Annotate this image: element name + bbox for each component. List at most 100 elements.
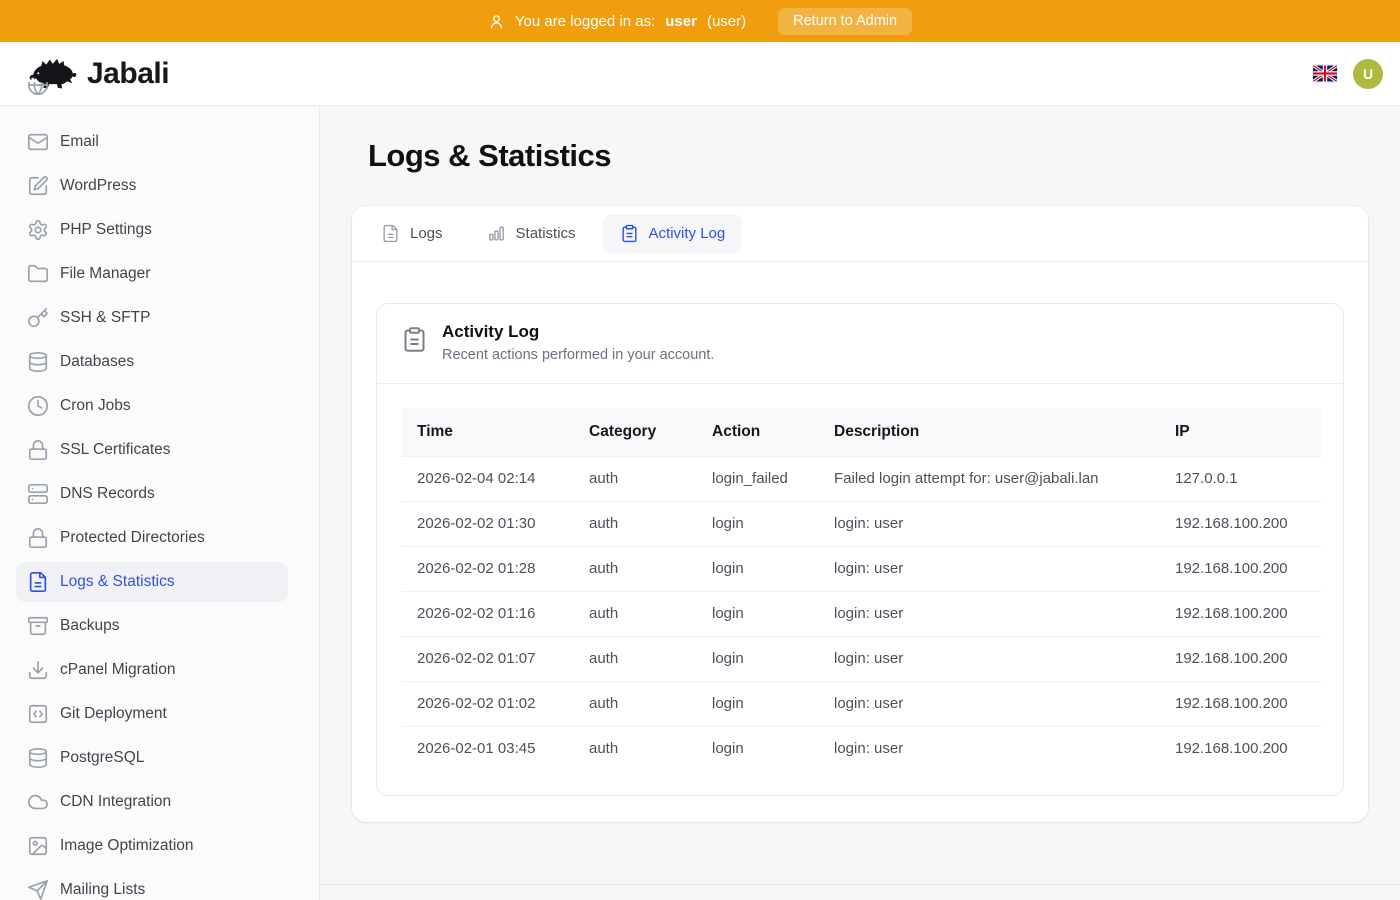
uk-flag-icon[interactable] — [1313, 65, 1337, 82]
tab-logs[interactable]: Logs — [364, 214, 460, 253]
file-text-icon — [381, 224, 400, 243]
cell-action: login_failed — [696, 457, 818, 502]
column-header-category: Category — [573, 408, 696, 457]
cell-time: 2026-02-02 01:16 — [401, 592, 573, 637]
database-icon — [27, 747, 49, 769]
cloud-icon — [27, 791, 49, 813]
table-row: 2026-02-02 01:07 auth login login: user … — [401, 637, 1321, 682]
sidebar-item-image-optimization[interactable]: Image Optimization — [16, 826, 288, 866]
code-icon — [27, 703, 49, 725]
sidebar-item-ssl-certificates[interactable]: SSL Certificates — [16, 430, 288, 470]
footer-divider — [320, 884, 1400, 885]
cell-action: login — [696, 637, 818, 682]
user-icon — [488, 13, 505, 30]
sidebar-item-label: DNS Records — [60, 485, 155, 503]
cell-description: Failed login attempt for: user@jabali.la… — [818, 457, 1159, 502]
tab-statistics[interactable]: Statistics — [470, 214, 593, 253]
cell-time: 2026-02-02 01:07 — [401, 637, 573, 682]
cell-time: 2026-02-04 02:14 — [401, 457, 573, 502]
cell-ip: 192.168.100.200 — [1159, 637, 1321, 682]
sidebar-item-label: Protected Directories — [60, 529, 205, 547]
sidebar-item-postgresql[interactable]: PostgreSQL — [16, 738, 288, 778]
file-text-icon — [27, 571, 49, 593]
cell-category: auth — [573, 727, 696, 772]
clock-icon — [27, 395, 49, 417]
cell-ip: 127.0.0.1 — [1159, 457, 1321, 502]
tabstrip: Logs Statistics Activity Log — [352, 206, 1368, 262]
sidebar: Email WordPress PHP Settings File Manage… — [0, 106, 320, 900]
sidebar-item-email[interactable]: Email — [16, 122, 288, 162]
tab-label: Activity Log — [649, 225, 726, 242]
sidebar-item-git-deployment[interactable]: Git Deployment — [16, 694, 288, 734]
sidebar-item-label: SSH & SFTP — [60, 309, 150, 327]
bar-chart-icon — [487, 224, 506, 243]
cell-description: login: user — [818, 682, 1159, 727]
tab-label: Logs — [410, 225, 443, 242]
activity-log-table: TimeCategoryActionDescriptionIP 2026-02-… — [401, 408, 1321, 771]
activity-log-header: Activity Log Recent actions performed in… — [377, 304, 1343, 384]
gear-icon — [27, 219, 49, 241]
cell-ip: 192.168.100.200 — [1159, 592, 1321, 637]
column-header-description: Description — [818, 408, 1159, 457]
clipboard-icon — [620, 224, 639, 243]
tab-label: Statistics — [516, 225, 576, 242]
sidebar-item-cron-jobs[interactable]: Cron Jobs — [16, 386, 288, 426]
sidebar-item-dns-records[interactable]: DNS Records — [16, 474, 288, 514]
archive-icon — [27, 615, 49, 637]
sidebar-item-php-settings[interactable]: PHP Settings — [16, 210, 288, 250]
logged-in-message: You are logged in as: user (user) — [488, 13, 746, 30]
cell-description: login: user — [818, 502, 1159, 547]
sidebar-item-mailing-lists[interactable]: Mailing Lists — [16, 870, 288, 900]
sidebar-item-label: SSL Certificates — [60, 441, 171, 459]
user-avatar[interactable]: U — [1353, 59, 1383, 89]
sidebar-item-label: cPanel Migration — [60, 661, 175, 679]
cell-action: login — [696, 592, 818, 637]
page-title: Logs & Statistics — [368, 138, 611, 174]
cell-ip: 192.168.100.200 — [1159, 727, 1321, 772]
cell-description: login: user — [818, 547, 1159, 592]
sidebar-item-label: Databases — [60, 353, 134, 371]
mail-icon — [27, 131, 49, 153]
sidebar-item-cdn-integration[interactable]: CDN Integration — [16, 782, 288, 822]
lock-icon — [27, 439, 49, 461]
sidebar-item-label: PostgreSQL — [60, 749, 144, 767]
edit-icon — [27, 175, 49, 197]
tab-activity-log[interactable]: Activity Log — [603, 214, 743, 253]
sidebar-item-backups[interactable]: Backups — [16, 606, 288, 646]
app-header: Jabali U — [0, 42, 1400, 106]
cell-action: login — [696, 547, 818, 592]
key-icon — [27, 307, 49, 329]
sidebar-item-databases[interactable]: Databases — [16, 342, 288, 382]
cell-action: login — [696, 682, 818, 727]
sidebar-item-logs-statistics[interactable]: Logs & Statistics — [16, 562, 288, 602]
sidebar-item-label: Email — [60, 133, 99, 151]
column-header-action: Action — [696, 408, 818, 457]
cell-time: 2026-02-01 03:45 — [401, 727, 573, 772]
column-header-ip: IP — [1159, 408, 1321, 457]
sidebar-item-label: Git Deployment — [60, 705, 167, 723]
logs-statistics-card: Logs Statistics Activity Log — [352, 206, 1368, 822]
image-icon — [27, 835, 49, 857]
main-content: Logs & Statistics Logs Statistics — [321, 106, 1400, 900]
cell-category: auth — [573, 682, 696, 727]
admin-impersonation-bar: You are logged in as: user (user) Return… — [0, 0, 1400, 42]
table-row: 2026-02-02 01:28 auth login login: user … — [401, 547, 1321, 592]
server-icon — [27, 483, 49, 505]
brand-name: Jabali — [87, 57, 169, 91]
logged-in-username: user — [665, 13, 697, 30]
sidebar-item-label: Logs & Statistics — [60, 573, 175, 591]
cell-time: 2026-02-02 01:28 — [401, 547, 573, 592]
sidebar-item-label: Cron Jobs — [60, 397, 131, 415]
sidebar-item-wordpress[interactable]: WordPress — [16, 166, 288, 206]
table-row: 2026-02-04 02:14 auth login_failed Faile… — [401, 457, 1321, 502]
cell-category: auth — [573, 502, 696, 547]
return-to-admin-button[interactable]: Return to Admin — [778, 8, 912, 35]
sidebar-item-protected-directories[interactable]: Protected Directories — [16, 518, 288, 558]
cell-ip: 192.168.100.200 — [1159, 502, 1321, 547]
sidebar-item-ssh-sftp[interactable]: SSH & SFTP — [16, 298, 288, 338]
cell-ip: 192.168.100.200 — [1159, 547, 1321, 592]
sidebar-item-file-manager[interactable]: File Manager — [16, 254, 288, 294]
cell-time: 2026-02-02 01:30 — [401, 502, 573, 547]
sidebar-item-cpanel-migration[interactable]: cPanel Migration — [16, 650, 288, 690]
cell-action: login — [696, 727, 818, 772]
